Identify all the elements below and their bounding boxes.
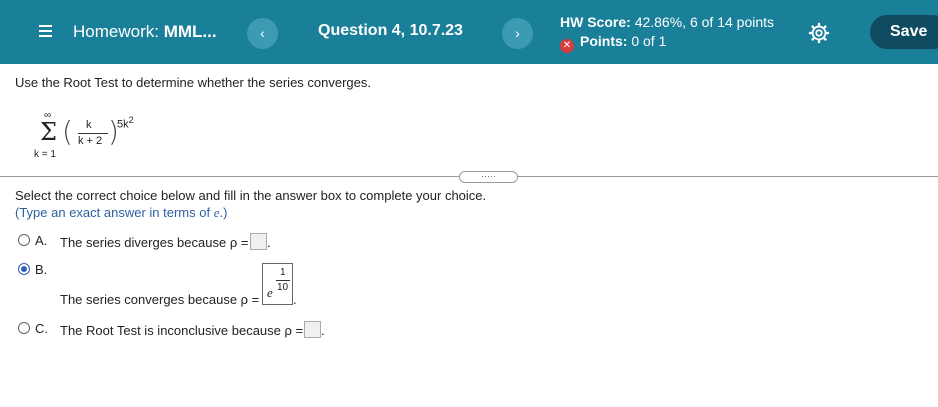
option-c-letter: C. — [35, 321, 48, 336]
previous-question-button[interactable]: ‹ — [247, 18, 278, 49]
question-title: Question 4, 10.7.23 — [318, 22, 463, 39]
option-b-radio[interactable] — [18, 263, 30, 275]
option-a-period: . — [267, 235, 271, 250]
left-paren: ( — [62, 115, 73, 148]
save-button[interactable]: Save — [870, 15, 938, 49]
option-a-letter: A. — [35, 233, 48, 248]
sum-lower-limit: k = 1 — [34, 149, 56, 160]
option-c-period: . — [321, 323, 325, 338]
option-a-answer-box[interactable] — [250, 233, 267, 250]
incorrect-x-icon: ✕ — [560, 39, 574, 53]
sigma-symbol: Σ — [40, 118, 57, 146]
fraction-numerator: k — [86, 119, 92, 131]
answer-exp-numerator: 1 — [280, 267, 286, 278]
answer-exp-denominator: 10 — [277, 282, 289, 293]
option-b-text: The series converges because ρ = — [60, 292, 260, 307]
hamburger-menu-icon[interactable] — [39, 25, 52, 37]
option-b-answer-box[interactable]: e 1 10 — [262, 263, 293, 305]
option-b-period: . — [293, 292, 297, 307]
top-bar: Homework: MML... ‹ Question 4, 10.7.23 ›… — [0, 0, 938, 64]
points-status: ✕ Points: 0 of 1 — [560, 33, 666, 53]
answer-e-base: e — [267, 285, 273, 300]
hint-text: (Type an exact answer in terms of e.) — [15, 205, 228, 220]
homework-title[interactable]: Homework: MML... — [73, 22, 217, 42]
hw-score: HW Score: 42.86%, 6 of 14 points — [560, 14, 775, 30]
option-a-text: The series diverges because ρ = — [60, 235, 249, 250]
instruction-text: Select the correct choice below and fill… — [15, 188, 487, 203]
option-a-radio[interactable] — [18, 234, 30, 246]
answer-exp-bar — [276, 280, 290, 281]
question-prompt: Use the Root Test to determine whether t… — [15, 75, 372, 90]
series-exponent: 5k2 — [117, 115, 134, 131]
next-question-button[interactable]: › — [502, 18, 533, 49]
series-expression: ∞ Σ k = 1 ( k k + 2 ) 5k2 — [34, 110, 180, 162]
expand-dots-button[interactable]: ····· — [459, 171, 518, 183]
option-c-answer-box[interactable] — [304, 321, 321, 338]
fraction-denominator: k + 2 — [78, 135, 103, 147]
option-b-letter: B. — [35, 262, 48, 277]
option-c-radio[interactable] — [18, 322, 30, 334]
gear-icon[interactable] — [808, 22, 830, 44]
fraction-bar — [78, 133, 108, 134]
option-c-text: The Root Test is inconclusive because ρ … — [60, 323, 304, 338]
